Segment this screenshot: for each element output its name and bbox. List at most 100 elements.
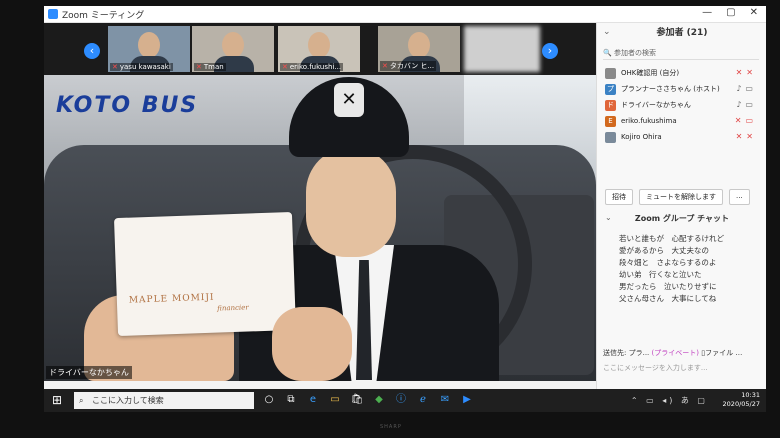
gallery-next-button[interactable]: ›: [542, 43, 558, 59]
mic-muted-icon: ✕: [112, 63, 118, 71]
chat-message: 愛があるから 大丈夫なの: [619, 246, 709, 255]
clock-time: 10:31: [741, 391, 760, 399]
recipient-select[interactable]: プラ...: [629, 349, 650, 357]
minimize-button[interactable]: —: [702, 7, 712, 18]
cap-badge-icon: ✕: [334, 83, 364, 117]
file-button[interactable]: ファイル: [705, 349, 733, 357]
unmute-me-button[interactable]: ミュートを解除します: [639, 189, 723, 205]
invite-button[interactable]: 招待: [605, 189, 633, 205]
chat-message: 男だったら 泣いたりせずに: [619, 282, 717, 291]
avatar: ド: [605, 100, 616, 111]
more-icon[interactable]: …: [735, 349, 742, 357]
system-tray-icons[interactable]: ⌃ ▭ ◂) あ ▢: [631, 395, 708, 406]
window-titlebar: Zoom ミーティング — ▢ ✕: [44, 6, 766, 23]
mic-muted-icon: ✕: [382, 62, 388, 70]
participant-face: [222, 32, 244, 58]
participants-title: 参加者 (21): [656, 28, 708, 38]
package-subtitle: financier: [217, 303, 249, 313]
chat-message-input[interactable]: ここにメッセージを入力します...: [603, 363, 708, 373]
windows-start-icon[interactable]: ⊞: [52, 393, 66, 407]
participant-row[interactable]: ド ドライバーなかちゃん ♪▭: [597, 97, 766, 113]
participant-row[interactable]: Kojiro Ohira ✕✕: [597, 129, 766, 145]
participant-face: [408, 32, 430, 58]
chat-messages: 若いと誰もが 心配するけれど 愛があるから 大丈夫なの 段々畑と さよならするの…: [619, 233, 759, 305]
ie-icon[interactable]: ℯ: [416, 392, 430, 408]
mic-video-muted-icon: ✕▭: [734, 116, 757, 125]
more-options-button[interactable]: ...: [729, 189, 750, 205]
mic-muted-icon: ✕: [196, 63, 202, 71]
clock-date: 2020/05/27: [722, 400, 760, 408]
participant-thumbnail[interactable]: ✕ タカバン ヒ...: [378, 26, 460, 72]
chat-message: 若いと誰もが 心配するけれど: [619, 234, 724, 243]
mic-video-muted-icon: ✕✕: [735, 68, 757, 77]
info-icon[interactable]: ⓘ: [394, 392, 408, 408]
private-label: (プライベート): [651, 349, 699, 357]
participant-thumbnail-blurred[interactable]: [464, 26, 540, 72]
product-package: MAPLE MOMIJI financier: [113, 211, 297, 337]
driver-face: [306, 147, 396, 257]
taskbar-search-text: ここに入力して検索: [92, 396, 164, 405]
participant-name: eriko.fukushima: [621, 117, 677, 125]
edge-icon[interactable]: e: [306, 392, 320, 408]
thumbnail-name-text: eriko.fukushi...: [289, 63, 342, 71]
participant-row[interactable]: E eriko.fukushima ✕▭: [597, 113, 766, 129]
thumbnail-name-text: タカバン ヒ...: [389, 62, 435, 70]
thumbnail-name: ✕ タカバン ヒ...: [380, 61, 437, 71]
avatar: [605, 132, 616, 143]
mic-video-muted-icon: ✕✕: [735, 132, 757, 141]
video-gallery-strip: ‹ ✕ yasu kawasaki ✕ Tman ✕ eriko.fukushi...…: [44, 23, 596, 75]
cortana-icon[interactable]: ○: [262, 392, 276, 408]
participant-face: [138, 32, 160, 58]
thumbnail-name: ✕ yasu kawasaki: [110, 63, 173, 71]
send-to-label: 送信先:: [603, 349, 627, 357]
participants-sidebar: ⌄ 参加者 (21) 🔍 参加者の検索 OHK確認用 (自分) ✕✕ プ プラン…: [596, 23, 766, 389]
mail-icon[interactable]: ✉: [438, 392, 452, 408]
search-placeholder: 参加者の検索: [613, 49, 656, 57]
file-explorer-icon[interactable]: ▭: [328, 392, 342, 408]
speaker-name-label: ドライバーなかちゃん: [46, 366, 132, 379]
chat-title: Zoom グループ チャット: [634, 214, 730, 223]
active-speaker-video[interactable]: KOTO BUS ✕ MAPLE MOMIJI financier ドライバーな…: [44, 75, 596, 381]
thumbnail-name: ✕ Tman: [194, 63, 226, 71]
participant-row[interactable]: プ プランナーささちゃん (ホスト) ♪▭: [597, 81, 766, 97]
avatar: [605, 68, 616, 79]
store-icon[interactable]: 🛍: [350, 392, 364, 408]
participant-name: プランナーささちゃん (ホスト): [621, 85, 720, 93]
windows-taskbar: ⊞ ⌕ ここに入力して検索 ○ ⧉ e ▭ 🛍 ◆ ⓘ ℯ ✉ ▶ ⌃ ▭ ◂)…: [44, 389, 766, 412]
clock[interactable]: 10:31 2020/05/27: [723, 391, 760, 409]
koto-bus-logo: KOTO BUS: [56, 93, 199, 118]
window-title: Zoom ミーティング: [62, 11, 145, 21]
close-button[interactable]: ✕: [750, 7, 758, 18]
task-view-icon[interactable]: ⧉: [284, 392, 298, 408]
screen: Zoom ミーティング — ▢ ✕ ‹ ✕ yasu kawasaki ✕ Tman…: [44, 6, 766, 412]
participant-thumbnail[interactable]: ✕ eriko.fukushi...: [278, 26, 360, 72]
avatar: E: [605, 116, 616, 127]
driver-hand-right: [272, 307, 352, 381]
participant-name: OHK確認用 (自分): [621, 69, 680, 77]
monitor-bezel: Zoom ミーティング — ▢ ✕ ‹ ✕ yasu kawasaki ✕ Tman…: [0, 0, 780, 438]
thumbnail-name-text: yasu kawasaki: [119, 63, 171, 71]
mic-muted-icon: ✕: [282, 63, 288, 71]
mic-video-icon: ♪▭: [736, 100, 757, 109]
gallery-prev-button[interactable]: ‹: [84, 43, 100, 59]
ime-indicator[interactable]: あ: [681, 396, 692, 405]
participant-face: [308, 32, 330, 58]
chat-message: 父さん母さん 大事にしてね: [619, 294, 717, 303]
package-brand: MAPLE MOMIJI: [128, 292, 215, 306]
taskbar-search-box[interactable]: ⌕ ここに入力して検索: [74, 392, 254, 409]
thumbnail-name-text: Tman: [203, 63, 224, 71]
app-icon[interactable]: ◆: [372, 392, 386, 408]
thumbnail-name: ✕ eriko.fukushi...: [280, 63, 344, 71]
participant-search-input[interactable]: 🔍 参加者の検索: [603, 47, 759, 60]
maximize-button[interactable]: ▢: [726, 7, 735, 18]
participant-thumbnail[interactable]: ✕ yasu kawasaki: [108, 26, 190, 72]
zoom-taskbar-icon[interactable]: ▶: [460, 392, 474, 408]
mic-video-icon: ♪▭: [736, 84, 757, 93]
chat-message: 幼い弟 行くなと泣いた: [619, 270, 702, 279]
participant-row[interactable]: OHK確認用 (自分) ✕✕: [597, 65, 766, 81]
participant-list: OHK確認用 (自分) ✕✕ プ プランナーささちゃん (ホスト) ♪▭ ド ド…: [597, 65, 766, 145]
participant-thumbnail[interactable]: ✕ Tman: [192, 26, 274, 72]
participant-name: Kojiro Ohira: [621, 133, 662, 141]
search-icon: ⌕: [79, 396, 84, 405]
participant-name: ドライバーなかちゃん: [621, 101, 691, 109]
